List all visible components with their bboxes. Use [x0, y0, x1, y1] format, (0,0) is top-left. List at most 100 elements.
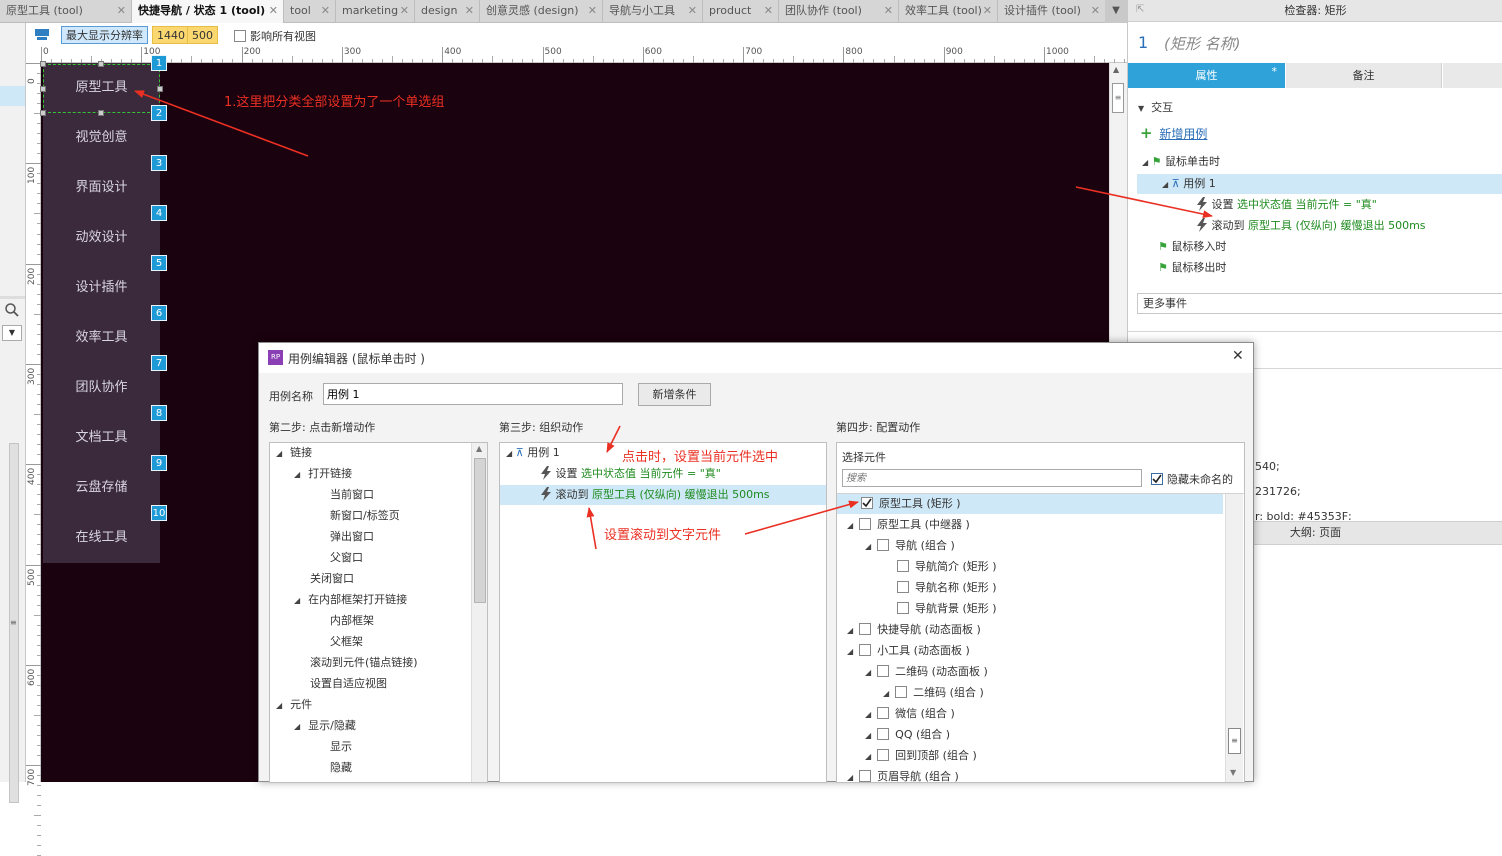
action-tree-item[interactable]: 显示 [314, 737, 352, 757]
widget-checkbox[interactable] [859, 644, 872, 656]
widget-tree-row[interactable]: ◢ 微信 (组合 ) [865, 704, 955, 724]
widget-checkbox[interactable] [859, 770, 872, 782]
chevron-down-icon[interactable]: ◢ [865, 731, 871, 740]
nav-item[interactable]: 效率工具 [43, 313, 160, 363]
action-tree-item[interactable]: ◢ 链接 [276, 443, 312, 463]
action-tree-item[interactable]: ◢ 元件 [276, 695, 312, 715]
more-events-dropdown[interactable]: 更多事件 [1137, 293, 1502, 314]
nav-item[interactable]: 设计插件 [43, 263, 160, 313]
widget-name-field[interactable]: (矩形 名称) [1164, 33, 1484, 54]
close-icon[interactable]: ✕ [465, 0, 474, 22]
adaptive-view-icon[interactable] [35, 29, 49, 40]
chevron-down-icon[interactable]: ◢ [883, 689, 889, 698]
document-tab[interactable]: 团队协作 (tool) ✕ [779, 0, 899, 23]
document-tab[interactable]: 设计插件 (tool) ✕ [998, 0, 1106, 23]
document-tab[interactable]: 导航与小工具 ✕ [603, 0, 703, 23]
add-condition-button[interactable]: 新增条件 [638, 383, 711, 406]
close-icon[interactable]: ✕ [688, 0, 697, 22]
widget-tree-row[interactable]: 导航背景 (矩形 ) [883, 599, 997, 619]
event-onmouseenter[interactable]: ⚑ 鼠标移入时 [1158, 237, 1226, 257]
widget-tree-scrollbar[interactable]: ≡ ▼ [1225, 494, 1243, 782]
close-icon[interactable]: ✕ [1091, 0, 1100, 22]
widget-checkbox[interactable] [877, 728, 890, 740]
nav-item[interactable]: 团队协作 [43, 363, 160, 413]
close-icon[interactable]: ✕ [1232, 348, 1244, 364]
chevron-down-icon[interactable]: ◢ [865, 710, 871, 719]
chevron-down-icon[interactable]: ◢ [294, 722, 300, 731]
document-tab[interactable]: 原型工具 (tool) ✕ [0, 0, 132, 23]
widget-scroll-thumb[interactable]: ≡ [1228, 728, 1241, 754]
resolution-base-button[interactable]: 最大显示分辨率 [61, 26, 148, 44]
search-icon[interactable] [4, 302, 20, 318]
close-icon[interactable]: ✕ [400, 0, 409, 22]
widget-tree-row[interactable]: ◢ QQ (组合 ) [865, 725, 950, 745]
close-icon[interactable]: ✕ [764, 0, 773, 22]
chevron-down-icon[interactable]: ◢ [294, 596, 300, 605]
actions-scrollbar[interactable]: ▲ [471, 443, 487, 782]
action-tree-item[interactable]: ◢ 打开链接 [294, 464, 352, 484]
event-onmouseleave[interactable]: ⚑ 鼠标移出时 [1158, 258, 1226, 278]
event-onclick[interactable]: ◢ ⚑ 鼠标单击时 [1142, 152, 1220, 172]
document-tab[interactable]: 快捷导航 / 状态 1 (tool) ✕ [132, 0, 284, 23]
organize-action-row[interactable]: 滚动到 原型工具 (仅纵向) 缓慢退出 500ms [540, 485, 770, 505]
chevron-down-icon[interactable]: ◢ [294, 470, 300, 479]
widget-tree-row[interactable]: 导航名称 (矩形 ) [883, 578, 997, 598]
chevron-down-icon[interactable]: ◢ [847, 626, 853, 635]
close-icon[interactable]: ✕ [983, 0, 992, 22]
widget-checkbox[interactable] [859, 518, 872, 530]
tab-notes[interactable]: 备注 [1286, 63, 1442, 88]
close-icon[interactable]: ✕ [588, 0, 597, 22]
document-tab[interactable]: 效率工具 (tool) ✕ [899, 0, 998, 23]
canvas-scroll-thumb[interactable]: ≡ [1112, 83, 1124, 113]
action-tree-item[interactable]: 父框架 [314, 632, 363, 652]
action-tree-item[interactable]: 弹出窗口 [314, 527, 374, 547]
document-tab[interactable]: marketing ✕ [336, 0, 415, 23]
document-tab[interactable]: product ✕ [703, 0, 779, 23]
widget-checkbox[interactable] [861, 497, 873, 509]
actions-scroll-thumb[interactable] [474, 458, 486, 603]
sitemap-selected-row[interactable] [0, 86, 25, 106]
widget-tree-row[interactable]: ◢ 页眉导航 (组合 ) [847, 767, 959, 782]
widget-tree-row[interactable]: ◢ 小工具 (动态面板 ) [847, 641, 970, 661]
widget-checkbox[interactable] [877, 539, 890, 551]
nav-item[interactable]: 动效设计 [43, 213, 160, 263]
widget-tree-row[interactable]: ◢ 快捷导航 (动态面板 ) [847, 620, 981, 640]
action-tree-item[interactable]: 隐藏 [314, 758, 352, 778]
scroll-down-icon[interactable]: ▼ [1230, 768, 1236, 777]
case-row[interactable]: ◢ ⊼ 用例 1 [1162, 174, 1216, 194]
case-row[interactable]: ◢ ⊼ 用例 1 [506, 443, 560, 463]
widget-tree-row[interactable]: ◢ 导航 (组合 ) [865, 536, 955, 556]
widget-checkbox[interactable] [877, 707, 890, 719]
collapse-icon[interactable]: ⇱ [1136, 4, 1144, 15]
case-name-input[interactable] [323, 383, 623, 405]
width-value-button[interactable]: 1440 [152, 26, 190, 44]
widget-tree-row[interactable]: 导航简介 (矩形 ) [883, 557, 997, 577]
selection-handle[interactable] [98, 61, 104, 67]
widget-search-input[interactable] [842, 469, 1142, 487]
close-icon[interactable]: ✕ [269, 0, 278, 22]
nav-item[interactable]: 文档工具 [43, 413, 160, 463]
organize-action-row[interactable]: 设置 选中状态值 当前元件 = "真" [540, 464, 721, 484]
document-tab[interactable]: 创意灵感 (design) ✕ [480, 0, 603, 23]
action-tree-item[interactable]: 设置自适应视图 [294, 674, 387, 694]
tab-properties[interactable]: 属性 * [1128, 63, 1285, 88]
hide-unnamed-checkbox[interactable] [1151, 472, 1163, 486]
interaction-section-toggle[interactable]: ▼ 交互 [1138, 99, 1173, 115]
selection-handle[interactable] [40, 86, 46, 92]
action-row[interactable]: 设置 选中状态值 当前元件 = "真" [1196, 195, 1377, 215]
document-tab[interactable]: design ✕ [415, 0, 480, 23]
action-row[interactable]: 滚动到 原型工具 (仅纵向) 缓慢退出 500ms [1196, 216, 1426, 236]
scroll-up-icon[interactable]: ▲ [476, 444, 482, 453]
widget-checkbox[interactable] [859, 623, 872, 635]
selection-handle[interactable] [40, 61, 46, 67]
nav-item[interactable]: 云盘存储 [43, 463, 160, 513]
widget-tree-row[interactable]: ◢ 二维码 (组合 ) [883, 683, 984, 703]
widget-tree-row[interactable]: ◢ 原型工具 (中继器 ) [847, 515, 970, 535]
tab-overflow-dropdown-icon[interactable]: ▼ [1105, 0, 1127, 23]
widget-tree-row[interactable]: ◢ 二维码 (动态面板 ) [865, 662, 988, 682]
chevron-down-icon[interactable]: ◢ [847, 521, 853, 530]
nav-item[interactable]: 界面设计 [43, 163, 160, 213]
widget-checkbox[interactable] [897, 560, 909, 572]
widget-checkbox[interactable] [897, 602, 909, 614]
chevron-down-icon[interactable]: ◢ [276, 701, 282, 710]
